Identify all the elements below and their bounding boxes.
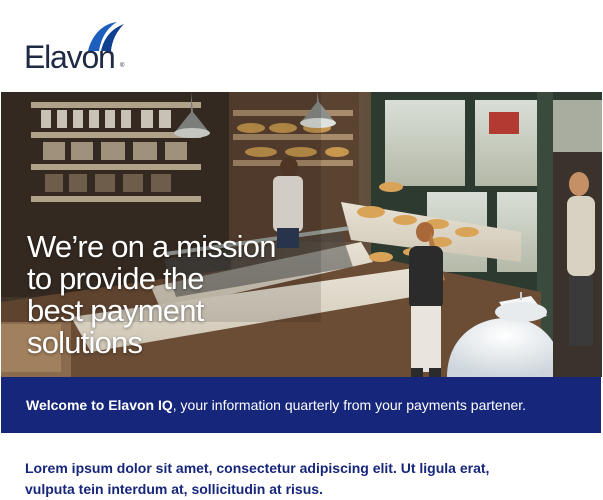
headline-line: solutions [27, 325, 143, 360]
logo-registered-mark: ® [120, 63, 125, 69]
hero-banner: We’re on a mission to provide the best p… [1, 92, 602, 377]
headline-line: to provide the [27, 261, 204, 296]
headline-line: We’re on a mission [27, 229, 276, 264]
headline-line: best payment [27, 293, 204, 328]
intro-line: vulputa tein interdum at, sollicitudin a… [25, 481, 323, 497]
email-body: Elavon ® We’re on a mission to provide t… [0, 0, 603, 498]
welcome-rest: , your information quarterly from your p… [172, 397, 527, 413]
intro-paragraph: Lorem ipsum dolor sit amet, consectetur … [25, 458, 585, 500]
welcome-banner: Welcome to Elavon IQ, your information q… [1, 377, 601, 433]
hero-headline: We’re on a mission to provide the best p… [27, 231, 327, 359]
elavon-logo[interactable]: Elavon ® [24, 19, 128, 75]
welcome-text: Welcome to Elavon IQ, your information q… [26, 397, 526, 414]
logo-wordmark: Elavon [24, 39, 116, 75]
welcome-bold: Welcome to Elavon IQ [26, 397, 173, 413]
intro-line: Lorem ipsum dolor sit amet, consectetur … [25, 460, 490, 476]
email-header: Elavon ® [0, 0, 603, 92]
